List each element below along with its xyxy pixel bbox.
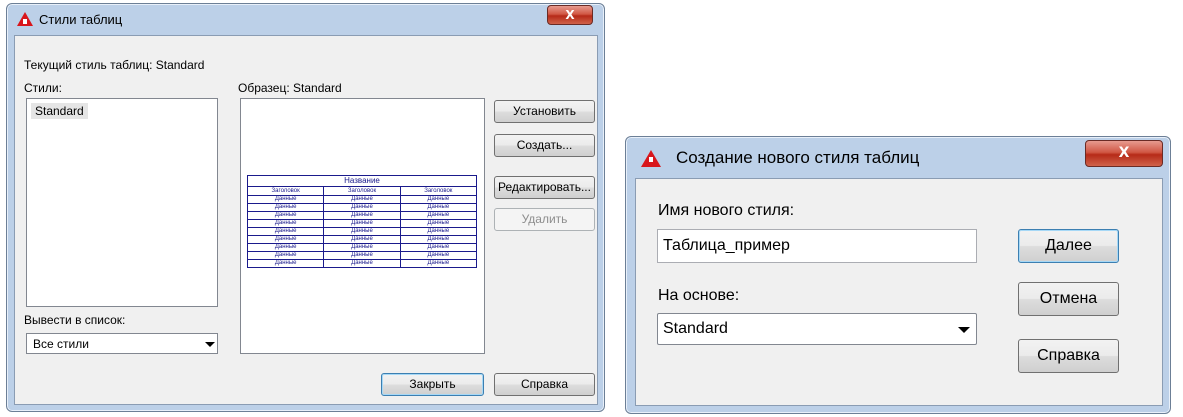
preview-table-cell: Данные [399, 243, 478, 252]
new-style-titlebar[interactable]: Создание нового стиля таблиц X [626, 137, 1170, 175]
close-button[interactable]: Закрыть [381, 373, 484, 396]
preview-table-row: Данные Данные Данные [246, 259, 478, 268]
table-styles-client: Текущий стиль таблиц: Standard Стили: St… [14, 35, 598, 405]
chevron-down-icon [205, 342, 215, 347]
list-filter-label: Вывести в список: [24, 313, 126, 327]
preview-table-cell: Данные [246, 219, 325, 228]
preview-table-cell: Данные [246, 211, 325, 220]
new-style-name-value: Таблица_пример [663, 237, 790, 254]
preview-table-cell: Данные [399, 259, 478, 268]
preview-table-header: Заголовок [323, 186, 401, 196]
preview-table-cell: Данные [246, 259, 325, 268]
preview-table-cell: Данные [399, 219, 478, 228]
preview-table-row: Данные Данные Данные [246, 211, 478, 220]
preview-table-header: Заголовок [399, 186, 478, 196]
help-button[interactable]: Справка [1018, 339, 1119, 373]
preview-table-cell: Данные [399, 251, 478, 260]
close-icon[interactable]: X [1085, 140, 1163, 167]
based-on-value: Standard [663, 320, 728, 337]
preview-table-cell: Данные [399, 235, 478, 244]
list-filter-select[interactable]: Все стили [26, 333, 218, 354]
chevron-down-icon [958, 327, 970, 333]
cancel-button[interactable]: Отмена [1018, 282, 1119, 316]
preview-table-cell: Данные [323, 227, 401, 236]
based-on-label: На основе: [658, 287, 740, 304]
preview-table-row: Данные Данные Данные [246, 227, 478, 236]
preview-table-row: Данные Данные Данные [246, 235, 478, 244]
autocad-logo-icon [17, 12, 33, 26]
preview-table-cell: Данные [246, 203, 325, 212]
preview-table-cell: Данные [323, 251, 401, 260]
preview-table-title: Название [247, 175, 477, 187]
list-filter-value: Все стили [33, 337, 89, 351]
preview-table-row: Данные Данные Данные [246, 251, 478, 260]
preview-table-cell: Данные [399, 227, 478, 236]
new-table-style-dialog: Создание нового стиля таблиц X Имя новог… [625, 136, 1171, 414]
preview-table-body: Данные Данные Данные Данные Данные Данные Данн… [246, 195, 478, 268]
preview-table-cell: Данные [246, 195, 325, 204]
preview-table-cell: Данные [246, 243, 325, 252]
create-button[interactable]: Создать... [494, 134, 595, 157]
preview-table-cell: Данные [323, 235, 401, 244]
preview-table-cell: Данные [323, 219, 401, 228]
table-styles-dialog: Стили таблиц X Текущий стиль таблиц: Sta… [6, 3, 605, 412]
preview-table-cell: Данные [323, 211, 401, 220]
styles-list-item[interactable]: Standard [31, 103, 88, 119]
preview-table-cell: Данные [399, 203, 478, 212]
preview-table-row: Данные Данные Данные [246, 195, 478, 204]
preview-table-cell: Данные [246, 251, 325, 260]
preview-table-cell: Данные [399, 211, 478, 220]
current-style-label: Текущий стиль таблиц: Standard [24, 58, 205, 72]
dialog-title: Стили таблиц [39, 12, 123, 27]
set-current-button[interactable]: Установить [494, 100, 595, 123]
preview-label: Образец: Standard [238, 81, 342, 95]
preview-table-cell: Данные [323, 259, 401, 268]
preview-table-row: Данные Данные Данные [246, 203, 478, 212]
preview-table-cell: Данные [246, 235, 325, 244]
based-on-select[interactable]: Standard [657, 313, 977, 345]
preview-table-row: Данные Данные Данные [246, 243, 478, 252]
preview-pane: Название Заголовок Заголовок Заголовок Д… [240, 98, 485, 354]
table-styles-titlebar[interactable]: Стили таблиц X [7, 4, 604, 34]
preview-table-cell: Данные [323, 243, 401, 252]
preview-table-cell: Данные [399, 195, 478, 204]
modify-button[interactable]: Редактировать... [494, 176, 595, 199]
close-icon[interactable]: X [547, 5, 593, 25]
preview-table-cell: Данные [246, 227, 325, 236]
preview-table-cell: Данные [323, 195, 401, 204]
autocad-logo-icon [641, 150, 661, 167]
delete-button[interactable]: Удалить [494, 208, 595, 231]
styles-list[interactable]: Standard [26, 98, 218, 307]
preview-table-row: Данные Данные Данные [246, 219, 478, 228]
help-button[interactable]: Справка [494, 373, 595, 396]
preview-table: Название Заголовок Заголовок Заголовок Д… [246, 175, 478, 268]
new-style-name-label: Имя нового стиля: [658, 202, 795, 219]
preview-table-cell: Данные [323, 203, 401, 212]
styles-label: Стили: [24, 81, 62, 95]
new-style-name-input[interactable]: Таблица_пример [657, 229, 977, 263]
new-style-client: Имя нового стиля: Таблица_пример На осно… [635, 178, 1163, 406]
continue-button[interactable]: Далее [1018, 229, 1119, 263]
dialog-title: Создание нового стиля таблиц [676, 148, 920, 167]
preview-table-header: Заголовок [246, 186, 325, 196]
